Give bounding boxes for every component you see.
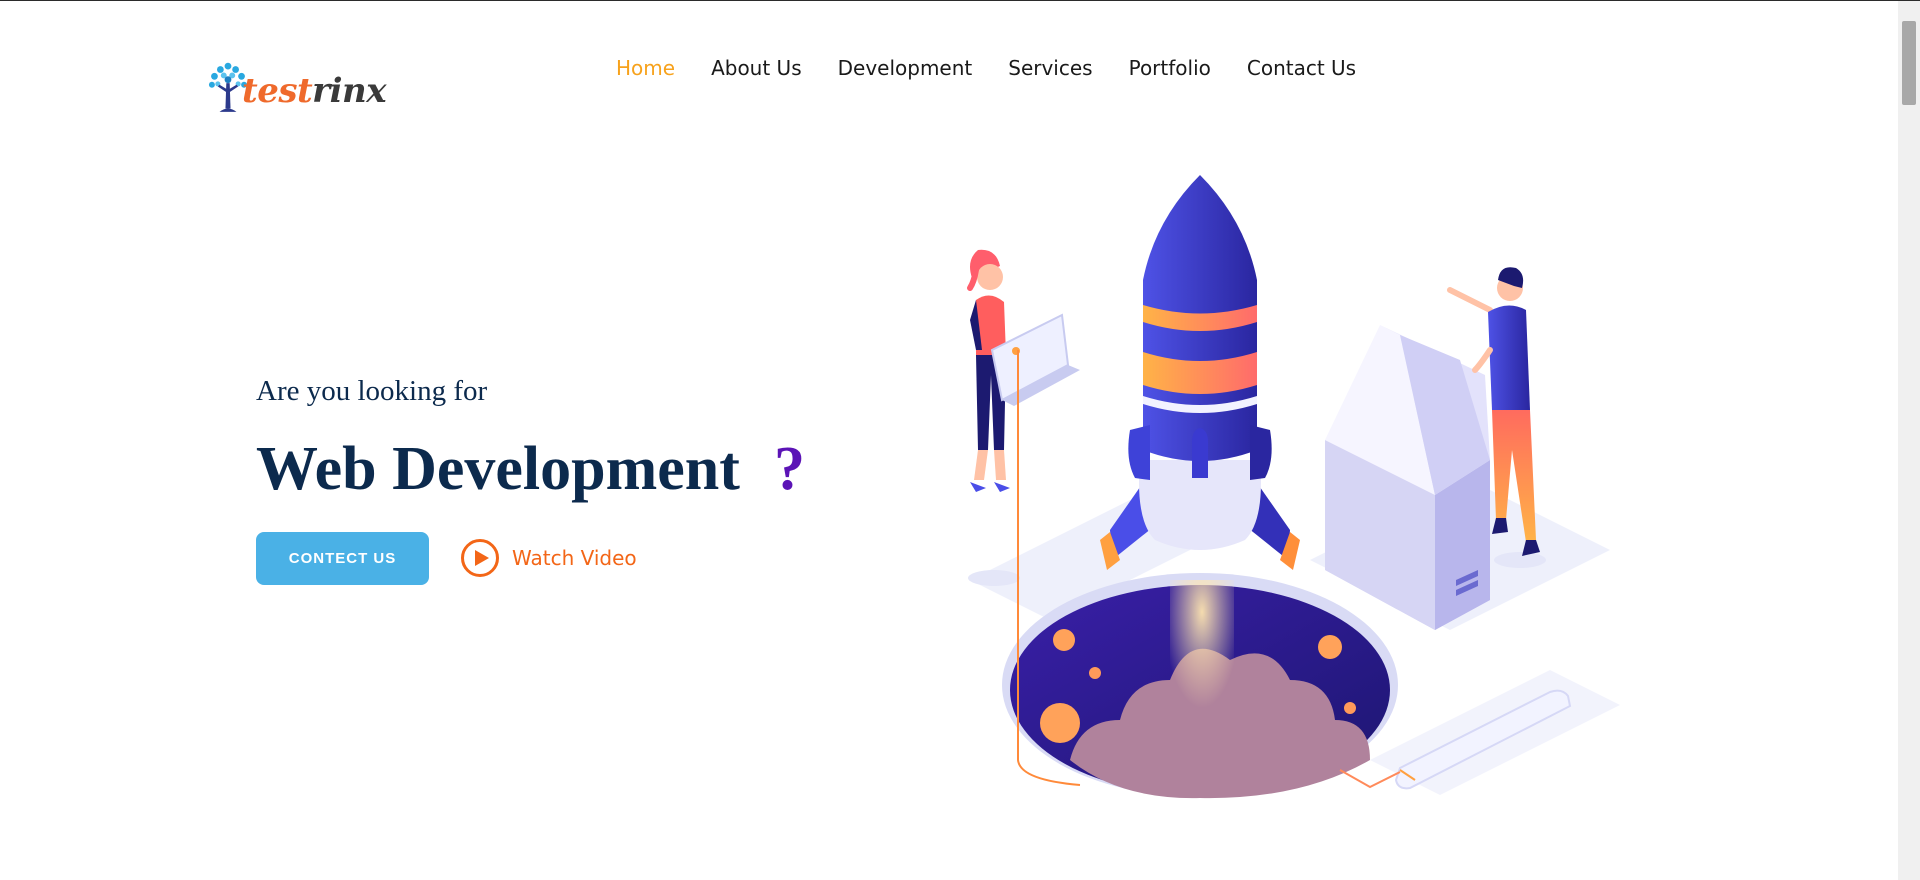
- logo-text-part2: rinx: [312, 71, 386, 111]
- nav-item-contact-us[interactable]: Contact Us: [1247, 56, 1356, 80]
- rocket-launch-illustration: [967, 175, 1620, 799]
- hero-title: Web Development: [256, 435, 740, 503]
- logo[interactable]: testrinx: [206, 56, 386, 122]
- watch-video-label: Watch Video: [512, 546, 637, 570]
- nav-item-portfolio[interactable]: Portfolio: [1129, 56, 1211, 80]
- nav-item-home[interactable]: Home: [616, 56, 675, 80]
- play-circle-icon: [461, 539, 499, 577]
- nav-item-development[interactable]: Development: [838, 56, 973, 80]
- top-border: [0, 0, 1920, 1]
- nav-item-about-us[interactable]: About Us: [711, 56, 802, 80]
- scrollbar-thumb[interactable]: [1902, 21, 1916, 105]
- hero-question-mark: ?: [774, 435, 805, 503]
- logo-text-part1: test: [241, 71, 313, 111]
- logo-text: testrinx: [241, 71, 387, 111]
- page-scrollbar[interactable]: [1898, 1, 1920, 880]
- contact-us-button[interactable]: CONTECT US: [256, 532, 429, 585]
- hero-pretitle: Are you looking for: [256, 375, 488, 407]
- watch-video-link[interactable]: Watch Video: [460, 538, 637, 578]
- nav-item-services[interactable]: Services: [1008, 56, 1092, 80]
- main-nav: Home About Us Development Services Portf…: [616, 56, 1356, 80]
